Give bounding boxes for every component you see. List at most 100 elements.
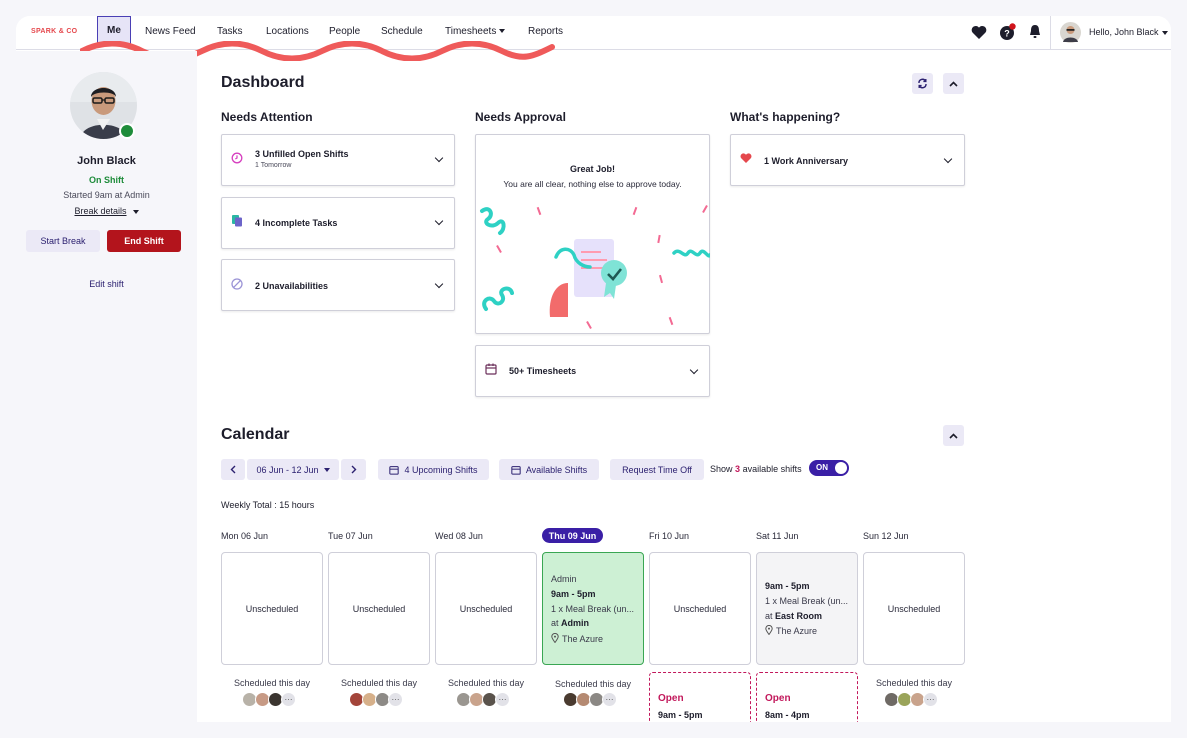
edit-shift-link[interactable]: Edit shift [16, 279, 197, 289]
scheduled-label-sun: Scheduled this day [875, 678, 953, 688]
calendar-icon [511, 465, 521, 475]
nav-people[interactable]: People [329, 26, 360, 37]
scheduled-avatars-tue[interactable]: ··· [349, 692, 403, 708]
profile-name: John Black [77, 155, 136, 167]
refresh-button[interactable] [912, 73, 933, 94]
week-range-label: 06 Jun - 12 Jun [256, 464, 319, 475]
day-card-wed[interactable]: Unscheduled [435, 552, 537, 665]
app-frame: SPARK & CO Me News Feed Tasks Locations … [16, 16, 1171, 722]
card-label: 2 Unavailabilities [255, 281, 329, 291]
brand-logo[interactable]: SPARK & CO [31, 28, 77, 35]
collapse-calendar-button[interactable] [943, 425, 964, 446]
nav-timesheets[interactable]: Timesheets [445, 26, 506, 37]
more-avatars-button[interactable]: ··· [281, 692, 296, 707]
nav-divider [1050, 16, 1051, 50]
nav-timesheets-label: Timesheets [445, 26, 497, 37]
great-job-heading: Great Job! [569, 164, 615, 174]
bell-icon[interactable] [1028, 24, 1042, 40]
start-break-button[interactable]: Start Break [26, 230, 100, 252]
open-label: Open [765, 693, 791, 704]
day-card-sun[interactable]: Unscheduled [863, 552, 965, 665]
day-card-fri[interactable]: Unscheduled [649, 552, 751, 665]
at-text: at [551, 618, 559, 628]
prev-week-button[interactable] [221, 459, 245, 480]
timesheets-card[interactable]: 50+ Timesheets [475, 345, 710, 397]
card-label: 1 Work Anniversary [764, 156, 849, 166]
area-name: East Room [775, 611, 823, 621]
show-prefix: Show [710, 464, 733, 474]
break-details-dropdown[interactable]: Break details [16, 206, 197, 216]
nav-locations[interactable]: Locations [266, 26, 309, 37]
day-card-sat-shift[interactable]: 9am - 5pm 1 x Meal Break (un... at East … [756, 552, 858, 665]
toggle-knob [835, 462, 847, 474]
nav-tasks[interactable]: Tasks [217, 26, 243, 37]
nav-schedule[interactable]: Schedule [381, 26, 423, 37]
work-anniversary-card[interactable]: 1 Work Anniversary [730, 134, 965, 186]
more-avatars-button[interactable]: ··· [602, 692, 617, 707]
heart-icon[interactable] [971, 25, 987, 40]
scheduled-avatars-sun[interactable]: ··· [884, 692, 938, 708]
location-name: The Azure [562, 634, 604, 644]
collapse-dashboard-button[interactable] [943, 73, 964, 94]
shift-started-text: Started 9am at Admin [63, 190, 150, 200]
shift-status: On Shift [89, 175, 124, 185]
heart-icon [740, 153, 752, 163]
scheduled-label-mon: Scheduled this day [233, 678, 311, 688]
open-label: Open [658, 693, 684, 704]
chevron-down-icon [434, 153, 444, 163]
scheduled-avatars-mon[interactable]: ··· [242, 692, 296, 708]
at-text: at [765, 611, 773, 621]
needs-approval-title: Needs Approval [475, 110, 566, 124]
open-shift-card-sat[interactable]: Open 8am - 4pm [756, 672, 858, 722]
scheduled-avatars-wed[interactable]: ··· [456, 692, 510, 708]
day-label-tue: Tue 07 Jun [328, 531, 373, 541]
avatar[interactable] [1060, 22, 1081, 43]
open-shift-time: 9am - 5pm [658, 710, 703, 720]
next-week-button[interactable] [341, 459, 366, 480]
svg-text:?: ? [1004, 29, 1010, 39]
chevron-right-icon [351, 465, 356, 474]
day-card-mon[interactable]: Unscheduled [221, 552, 323, 665]
available-shifts-button[interactable]: Available Shifts [499, 459, 599, 480]
open-shift-time: 8am - 4pm [765, 710, 810, 720]
more-avatars-button[interactable]: ··· [923, 692, 938, 707]
unavailabilities-card[interactable]: 2 Unavailabilities [221, 259, 455, 311]
day-label-sat: Sat 11 Jun [756, 531, 799, 541]
shift-time: 9am - 5pm [765, 581, 810, 591]
incomplete-tasks-card[interactable]: 4 Incomplete Tasks [221, 197, 455, 249]
dashboard-title: Dashboard [221, 74, 305, 91]
clock-icon [231, 152, 243, 164]
day-card-tue[interactable]: Unscheduled [328, 552, 430, 665]
shift-location: The Azure [551, 632, 604, 644]
help-icon[interactable]: ? [1000, 23, 1016, 41]
upcoming-shifts-button[interactable]: 4 Upcoming Shifts [378, 459, 489, 480]
nav-news-feed[interactable]: News Feed [145, 26, 196, 37]
user-greeting[interactable]: Hello, John Black [1089, 27, 1168, 37]
chevron-down-icon [689, 365, 699, 375]
unfilled-shifts-card[interactable]: 3 Unfilled Open Shifts 1 Tomorrow [221, 134, 455, 186]
available-shifts-toggle[interactable]: ON [809, 460, 849, 476]
nav-reports[interactable]: Reports [528, 26, 563, 37]
end-shift-button[interactable]: End Shift [107, 230, 181, 252]
show-suffix: available shifts [742, 464, 802, 474]
day-label-wed: Wed 08 Jun [435, 531, 483, 541]
chevron-down-icon [434, 279, 444, 289]
map-pin-icon [765, 624, 773, 636]
open-shift-card-fri[interactable]: Open 9am - 5pm [649, 672, 751, 722]
shift-location: The Azure [765, 624, 818, 636]
card-label: 3 Unfilled Open Shifts [255, 149, 349, 159]
day-card-thu-shift[interactable]: Admin 9am - 5pm 1 x Meal Break (un... at… [542, 552, 644, 665]
show-available-shifts-label: Show 3 available shifts [710, 464, 802, 474]
scheduled-avatars-thu[interactable]: ··· [563, 692, 617, 708]
shift-role: Admin [551, 574, 577, 584]
more-avatars-button[interactable]: ··· [495, 692, 510, 707]
top-nav: SPARK & CO Me News Feed Tasks Locations … [16, 16, 1171, 61]
request-time-off-button[interactable]: Request Time Off [610, 459, 704, 480]
shift-time: 9am - 5pm [551, 589, 596, 599]
calendar-title: Calendar [221, 426, 290, 443]
day-label-mon: Mon 06 Jun [221, 531, 269, 541]
more-avatars-button[interactable]: ··· [388, 692, 403, 707]
card-label: 50+ Timesheets [509, 366, 577, 376]
location-name: The Azure [776, 626, 818, 636]
week-range-dropdown[interactable]: 06 Jun - 12 Jun [247, 459, 339, 480]
